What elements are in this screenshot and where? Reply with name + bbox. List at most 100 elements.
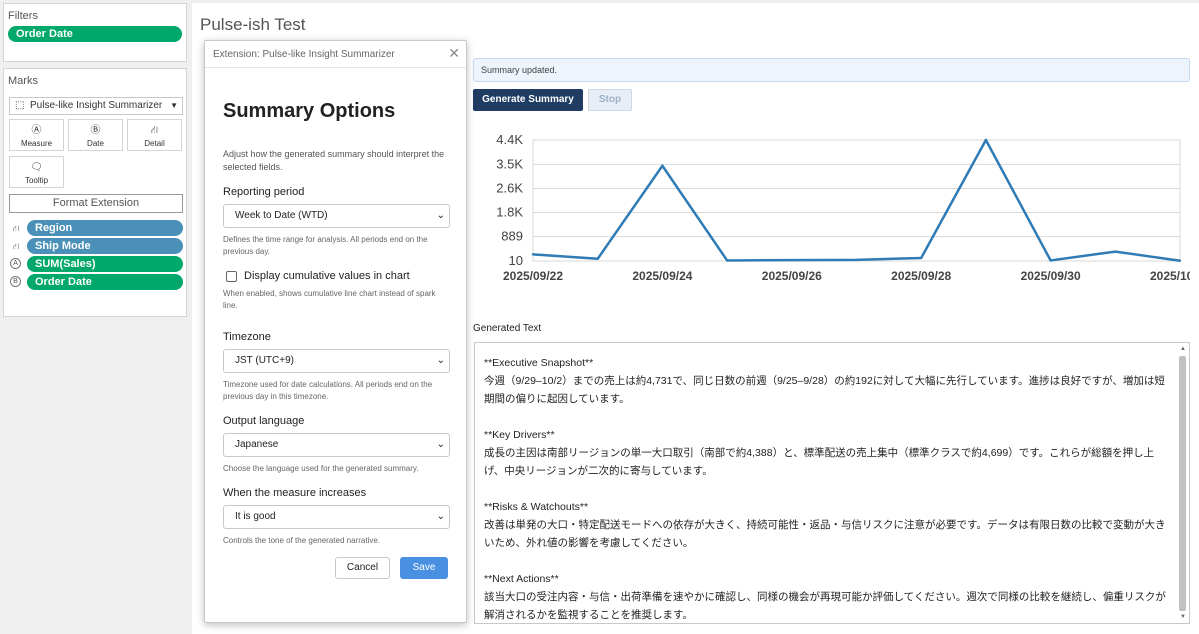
marks-panel: Marks ⬚ Pulse-like Insight Summarizer ▼ … [3, 68, 187, 317]
field-pill: Ship Mode [27, 238, 183, 254]
output-language-select[interactable]: Japanese ⌄ [223, 433, 450, 457]
measure-increase-label: When the measure increases [223, 487, 367, 499]
summary-section-risks: **Risks & Watchouts** 改善は単発の大口・特定配送モードへの… [484, 498, 1174, 552]
data-point [790, 258, 793, 262]
dialog-titlebar: Extension: Pulse-like Insight Summarizer… [205, 41, 466, 68]
data-point [1049, 259, 1052, 262]
summary-options-description: Adjust how the generated summary should … [223, 149, 445, 172]
section-body: 今週（9/29–10/2）までの売上は約4,731で、同じ日数の前週（9/25–… [484, 375, 1165, 405]
y-tick-label: 3.5K [496, 156, 523, 171]
generated-text-box[interactable]: **Executive Snapshot** 今週（9/29–10/2）までの売… [474, 342, 1190, 624]
generate-summary-button[interactable]: Generate Summary [473, 89, 583, 111]
field-pill: SUM(Sales) [27, 256, 183, 272]
marks-type-dropdown[interactable]: ⬚ Pulse-like Insight Summarizer ▼ [9, 97, 183, 115]
data-point [661, 164, 664, 167]
extension-icon: ⬚ [15, 100, 25, 111]
field-pill: Order Date [27, 274, 183, 290]
x-tick-label: 2025/10/02 [1150, 269, 1190, 283]
extension-dialog: Extension: Pulse-like Insight Summarizer… [204, 40, 467, 623]
section-body: 成長の主因は南部リージョンの単一大口取引（南部で約4,388）と、標準配送の売上… [484, 447, 1155, 477]
field-order-date[interactable]: B Order Date [9, 274, 183, 290]
field-pill: Region [27, 220, 183, 236]
generated-text-label: Generated Text [473, 323, 542, 334]
filters-panel: Filters Order Date [3, 3, 187, 62]
timezone-value: JST (UTC+9) [235, 355, 294, 366]
hierarchy-icon: ⛙ [12, 223, 20, 233]
measure-increase-value: It is good [235, 511, 276, 522]
chart-plot-frame [532, 139, 1181, 262]
sales-line-chart: 10 889 1.8K 2.6K 3.5K 4.4K 2025/09/22 2025/09/2… [496, 132, 1190, 283]
section-heading: **Risks & Watchouts** [484, 501, 589, 513]
y-tick-label: 889 [501, 229, 523, 244]
chevron-down-icon: ⌄ [436, 439, 445, 450]
y-tick-label: 10 [509, 253, 523, 268]
data-point [1178, 259, 1182, 262]
cumulative-checkbox-row[interactable]: Display cumulative values in chart [223, 270, 448, 282]
mark-card-label: Detail [144, 139, 165, 148]
hierarchy-icon: ⛙ [12, 241, 20, 251]
field-sum-sales[interactable]: A SUM(Sales) [9, 256, 183, 272]
chevron-down-icon: ▼ [170, 101, 178, 110]
stop-button[interactable]: Stop [588, 89, 632, 111]
dialog-title: Extension: Pulse-like Insight Summarizer [213, 49, 395, 60]
mark-card-measure[interactable]: Ⓐ Measure [9, 119, 64, 151]
measure-increase-select[interactable]: It is good ⌄ [223, 505, 450, 529]
x-tick-label: 2025/09/26 [762, 269, 822, 283]
close-icon[interactable]: ✕ [448, 45, 460, 62]
summary-section-drivers: **Key Drivers** 成長の主因は南部リージョンの単一大口取引（南部で… [484, 426, 1174, 480]
output-language-label: Output language [223, 415, 305, 427]
y-tick-label: 4.4K [496, 132, 523, 147]
reporting-period-select[interactable]: Week to Date (WTD) ⌄ [223, 204, 450, 228]
cumulative-checkbox[interactable] [226, 270, 237, 282]
measure-increase-help: Controls the tone of the generated narra… [223, 536, 380, 545]
cancel-button[interactable]: Cancel [335, 557, 390, 579]
output-language-value: Japanese [235, 439, 279, 450]
mark-card-detail[interactable]: ⛙ Detail [127, 119, 182, 151]
date-icon: Ⓑ [90, 125, 101, 136]
y-tick-label: 2.6K [496, 180, 523, 195]
reporting-period-label: Reporting period [223, 186, 305, 198]
summary-section-next: **Next Actions** 該当大口の受注内容・与信・出荷準備を速やかに確… [484, 570, 1174, 624]
field-region[interactable]: ⛙ Region [9, 220, 183, 236]
dashboard-title: Pulse-ish Test [200, 15, 306, 34]
scrollbar[interactable]: ▲ ▼ [1178, 344, 1188, 622]
mark-card-label: Tooltip [24, 176, 49, 185]
summary-options-heading: Summary Options [223, 100, 396, 122]
section-body: 改善は単発の大口・特定配送モードへの依存が大きく、持続可能性・返品・与信リスクに… [484, 519, 1166, 549]
timezone-help: Timezone used for date calculations. All… [223, 380, 433, 401]
save-button[interactable]: Save [400, 557, 448, 579]
mark-card-date[interactable]: Ⓑ Date [68, 119, 123, 151]
chevron-down-icon: ⌄ [436, 210, 445, 221]
scroll-up-icon[interactable]: ▲ [1180, 346, 1186, 352]
sales-series-line [532, 138, 1181, 262]
reporting-period-value: Week to Date (WTD) [235, 210, 328, 221]
y-tick-label: 1.8K [496, 205, 523, 220]
marks-type-label: Pulse-like Insight Summarizer [30, 100, 163, 111]
mark-card-label: Measure [20, 139, 53, 148]
status-message: Summary updated. [473, 58, 1190, 82]
field-ship-mode[interactable]: ⛙ Ship Mode [9, 238, 183, 254]
marks-title: Marks [8, 75, 38, 87]
timezone-select[interactable]: JST (UTC+9) ⌄ [223, 349, 450, 373]
tooltip-icon: 🗨 [30, 162, 43, 173]
summary-section-executive: **Executive Snapshot** 今週（9/29–10/2）までの売… [484, 354, 1174, 408]
mark-card-tooltip[interactable]: 🗨 Tooltip [9, 156, 64, 188]
filters-title: Filters [8, 10, 38, 22]
chevron-down-icon: ⌄ [436, 511, 445, 522]
x-tick-label: 2025/09/30 [1021, 269, 1081, 283]
scrollbar-thumb[interactable] [1179, 356, 1186, 611]
cumulative-help: When enabled, shows cumulative line char… [223, 289, 436, 310]
x-tick-label: 2025/09/22 [503, 269, 563, 283]
x-tick-label: 2025/09/24 [632, 269, 692, 283]
measure-icon: Ⓐ [31, 125, 42, 136]
data-point [1114, 250, 1117, 253]
cumulative-label: Display cumulative values in chart [244, 270, 410, 282]
format-extension-button[interactable]: Format Extension [9, 194, 183, 213]
generated-text-content: **Executive Snapshot** 今週（9/29–10/2）までの売… [484, 354, 1174, 634]
scroll-down-icon[interactable]: ▼ [1180, 614, 1186, 620]
data-point [725, 259, 729, 262]
filter-pill-order-date[interactable]: Order Date [8, 26, 182, 42]
x-tick-label: 2025/09/28 [891, 269, 951, 283]
data-point [531, 253, 535, 256]
reporting-period-help: Defines the time range for analysis. All… [223, 235, 428, 256]
